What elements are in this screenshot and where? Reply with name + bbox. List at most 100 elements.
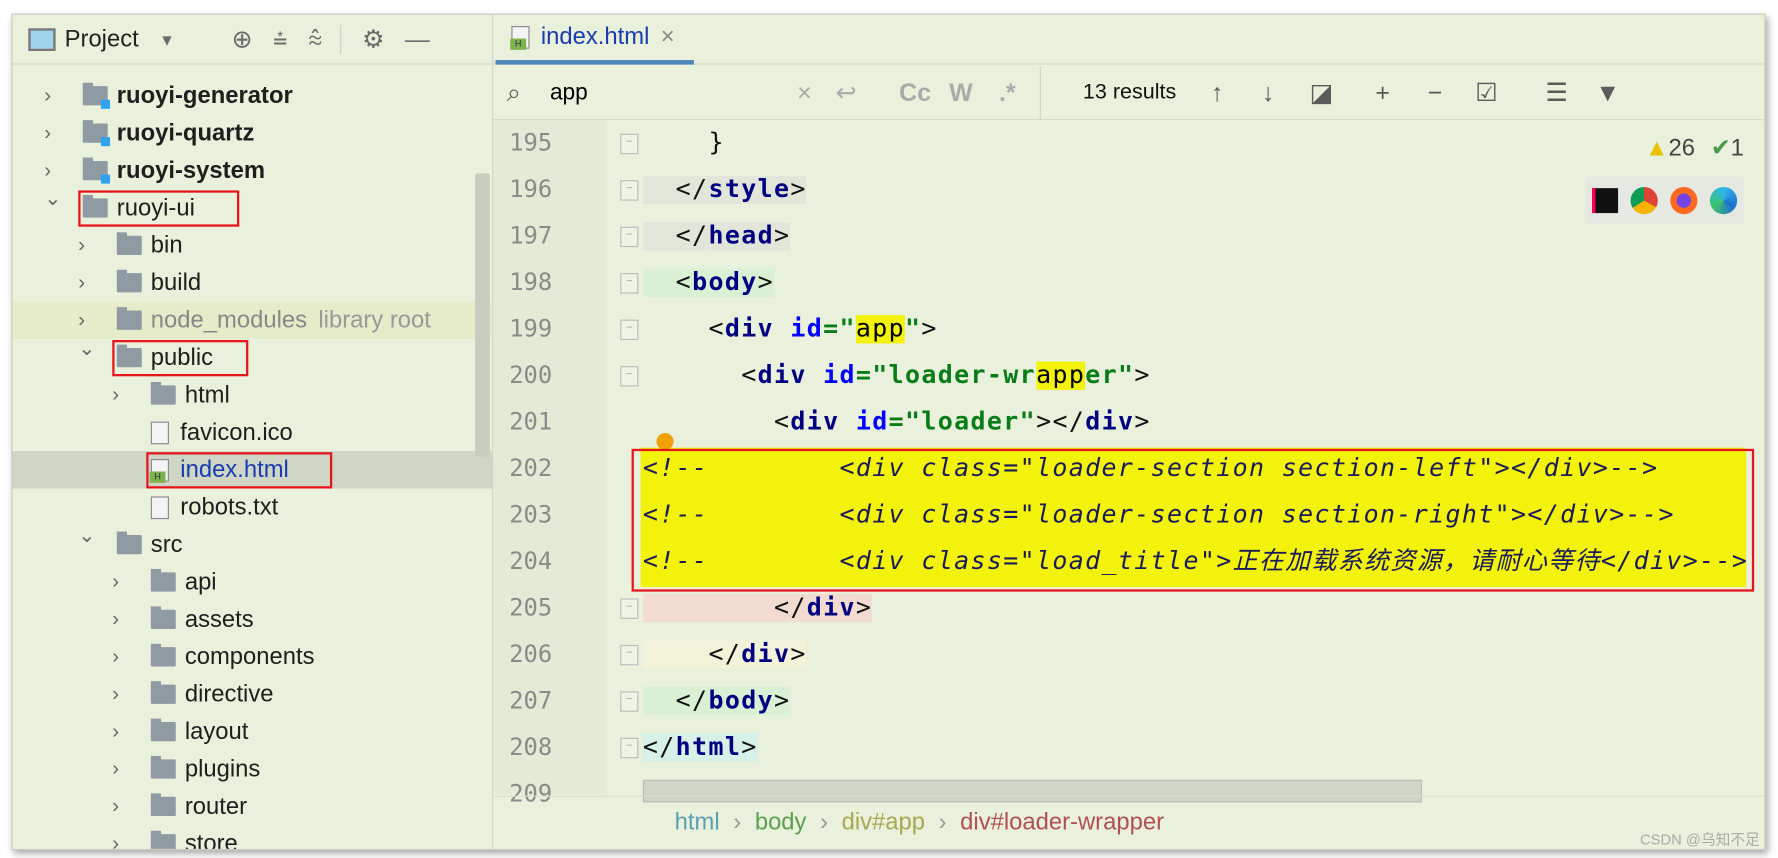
- tree-item[interactable]: › ruoyi-generator: [12, 77, 492, 114]
- chevron-right-icon[interactable]: ›: [78, 308, 85, 332]
- collapse-all-icon[interactable]: ⩯: [308, 24, 323, 53]
- fold-icon[interactable]: −: [620, 319, 639, 341]
- project-view-title[interactable]: Project: [65, 26, 139, 53]
- breadcrumb-item[interactable]: body: [755, 809, 807, 836]
- divider: [340, 24, 342, 54]
- fold-icon[interactable]: −: [620, 273, 639, 294]
- fold-icon[interactable]: −: [620, 366, 639, 387]
- tree-item[interactable]: robots.txt: [12, 488, 492, 525]
- code-token: >: [921, 315, 938, 344]
- remove-occurrence-icon[interactable]: −: [1428, 78, 1443, 107]
- fold-icon[interactable]: −: [620, 226, 639, 248]
- firefox-icon[interactable]: [1670, 187, 1698, 215]
- tab-index-html[interactable]: index.html ×: [495, 15, 694, 65]
- code-token: app: [855, 315, 906, 344]
- tree-scrollbar[interactable]: [475, 173, 490, 457]
- fold-icon[interactable]: −: [620, 180, 639, 201]
- tree-item[interactable]: › layout: [12, 713, 492, 750]
- tree-item[interactable]: › ruoyi-system: [12, 152, 492, 189]
- breadcrumb-item[interactable]: div#app: [842, 809, 925, 836]
- breadcrumb-item[interactable]: div#loader-wrapper: [960, 809, 1164, 836]
- chevron-right-icon[interactable]: ›: [112, 720, 119, 744]
- dropdown-icon[interactable]: ▼: [159, 30, 175, 48]
- locate-icon[interactable]: ⊕: [232, 24, 253, 53]
- next-occurrence-icon[interactable]: ↓: [1262, 78, 1274, 107]
- chevron-right-icon[interactable]: ›: [78, 233, 85, 257]
- chevron-right-icon[interactable]: ›: [44, 84, 51, 108]
- filter-options-icon[interactable]: ☰: [1546, 78, 1568, 107]
- chevron-right-icon[interactable]: ›: [112, 608, 119, 632]
- tree-item[interactable]: ⌄ src: [12, 524, 492, 563]
- tree-item[interactable]: ⌄ public: [12, 337, 492, 376]
- chevron-down-icon[interactable]: ⌄: [44, 187, 61, 211]
- tree-item[interactable]: › assets: [12, 601, 492, 638]
- tree-item[interactable]: › directive: [12, 676, 492, 713]
- previous-occurrence-icon[interactable]: ↑: [1211, 78, 1223, 107]
- match-case-button[interactable]: Cc: [899, 78, 931, 107]
- whole-word-button[interactable]: W: [949, 78, 973, 107]
- chevron-right-icon[interactable]: ›: [112, 832, 119, 849]
- new-line-icon[interactable]: ↩: [836, 78, 857, 107]
- fold-icon[interactable]: −: [620, 598, 639, 619]
- folder-icon: [116, 531, 142, 555]
- fold-icon[interactable]: −: [620, 133, 639, 155]
- open-in-window-icon[interactable]: ◪: [1310, 78, 1334, 107]
- tree-item[interactable]: › node_modules library root: [12, 301, 493, 339]
- tree-item[interactable]: favicon.ico: [12, 414, 492, 451]
- chevron-right-icon[interactable]: ›: [112, 757, 119, 781]
- tree-item[interactable]: › plugins: [12, 750, 492, 787]
- filter-icon[interactable]: ▼: [1595, 78, 1620, 107]
- project-view-icon: [28, 27, 56, 51]
- chevron-right-icon[interactable]: ›: [112, 383, 119, 407]
- search-input[interactable]: [547, 78, 814, 108]
- editor-tabs: index.html ×: [493, 15, 1765, 65]
- fold-icon[interactable]: −: [620, 644, 639, 666]
- select-all-occurrences-icon[interactable]: ☑: [1475, 78, 1497, 107]
- regex-button[interactable]: .*: [999, 78, 1016, 107]
- tree-item-label: assets: [184, 605, 254, 632]
- chevron-right-icon[interactable]: ›: [112, 682, 119, 706]
- add-occurrence-icon[interactable]: +: [1375, 78, 1390, 107]
- code-area[interactable]: 195− } 196− </style> 197− </head> 198− <bod…: [493, 120, 1764, 807]
- tab-label: index.html: [540, 23, 650, 50]
- chevron-right-icon[interactable]: ›: [44, 121, 51, 145]
- code-line: 195 − }: [493, 120, 1764, 166]
- chevron-right-icon[interactable]: ›: [78, 271, 85, 295]
- tree-item-label: components: [184, 643, 315, 670]
- intellij-icon[interactable]: [1591, 188, 1618, 214]
- code-token: ="loader": [888, 408, 1037, 437]
- clear-search-icon[interactable]: ×: [797, 78, 812, 107]
- chevron-right-icon[interactable]: ›: [112, 645, 119, 669]
- expand-all-icon[interactable]: ⩮: [273, 24, 288, 53]
- fold-icon[interactable]: −: [620, 691, 639, 712]
- code-text: </div>: [642, 631, 807, 677]
- tree-item[interactable]: › bin: [12, 227, 492, 264]
- tree-item[interactable]: › ruoyi-quartz: [12, 114, 492, 151]
- inspection-widget[interactable]: ▲26 ✔1: [1645, 134, 1744, 162]
- tree-item[interactable]: › components: [12, 638, 492, 675]
- tree-item[interactable]: › build: [12, 264, 492, 301]
- tree-item[interactable]: › store: [12, 825, 492, 849]
- breadcrumb-separator: ›: [938, 809, 947, 836]
- chevron-right-icon[interactable]: ›: [112, 795, 119, 819]
- gear-icon[interactable]: ⚙: [362, 24, 384, 53]
- tree-item[interactable]: › router: [12, 788, 492, 825]
- tree-item[interactable]: › api: [12, 563, 492, 600]
- bulb-icon[interactable]: [656, 432, 674, 450]
- tree-item[interactable]: › html: [12, 376, 492, 413]
- edge-icon[interactable]: [1710, 187, 1738, 215]
- chevron-right-icon[interactable]: ›: [112, 570, 119, 594]
- code-token: div: [757, 361, 807, 390]
- chevron-down-icon[interactable]: ⌄: [78, 337, 95, 361]
- minimize-icon[interactable]: —: [405, 24, 430, 53]
- close-tab-icon[interactable]: ×: [661, 24, 675, 51]
- code-text: <body>: [642, 260, 774, 306]
- search-icon[interactable]: ⌕: [507, 78, 521, 107]
- chevron-down-icon[interactable]: ⌄: [78, 524, 95, 548]
- chevron-right-icon[interactable]: ›: [44, 159, 51, 183]
- ide-window: Project ▼ ⊕ ⩮ ⩯ ⚙ — › ruoyi-generator › ruo…: [11, 13, 1766, 851]
- chrome-icon[interactable]: [1630, 187, 1658, 215]
- code-text: </head>: [642, 213, 791, 259]
- fold-icon[interactable]: −: [620, 737, 639, 759]
- breadcrumb-item[interactable]: html: [675, 809, 720, 836]
